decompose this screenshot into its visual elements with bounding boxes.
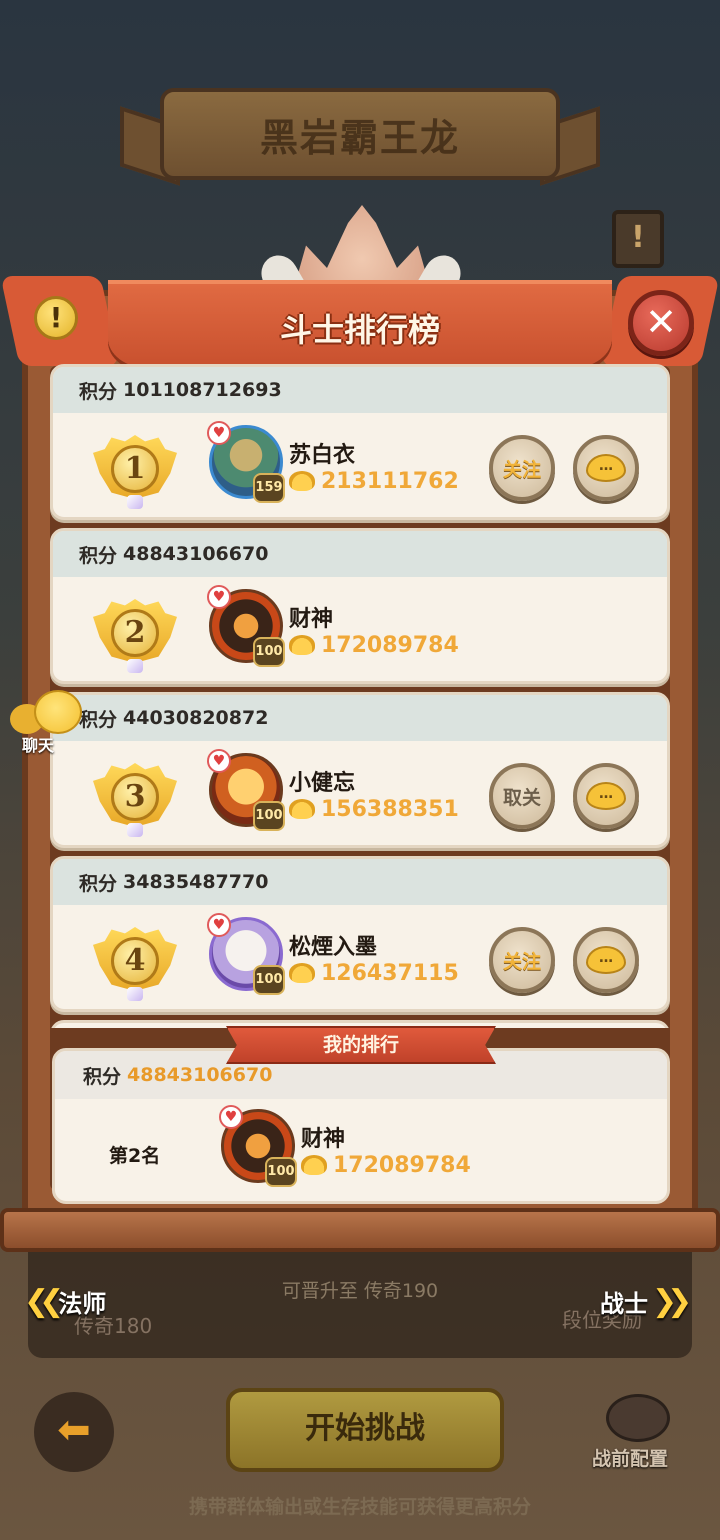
score-value: 34835487770 xyxy=(123,871,269,893)
card-head: 积分 101108712693 xyxy=(53,367,667,413)
info-button[interactable]: ! xyxy=(34,296,78,340)
chevron-right-icon: ❯❯ xyxy=(652,1284,692,1319)
my-rank-card: 积分 48843106670 第2名 ♥ 100 财神 172089784 xyxy=(52,1048,670,1204)
panel-bottom-beam xyxy=(0,1208,720,1252)
score-label: 积分 xyxy=(79,380,118,403)
boss-banner: 黑岩霸王龙 xyxy=(160,88,560,180)
close-button[interactable]: ✕ xyxy=(628,290,694,356)
chat-button[interactable]: … xyxy=(573,435,639,501)
card-head: 积分 34835487770 xyxy=(53,859,667,905)
chevron-left-icon: ❮❮ xyxy=(24,1284,64,1319)
leaderboard-title: 斗士排行榜 xyxy=(279,311,440,349)
score-value: 48843106670 xyxy=(127,1064,273,1086)
score-value: 44030820872 xyxy=(123,707,269,729)
rank-card-2: 积分 48843106670 2 ♥ 100 财神 172089784 xyxy=(50,528,670,684)
chat-bubble-icon: … xyxy=(586,782,626,810)
level-badge: 100 xyxy=(253,965,285,995)
next-class-label: 战士 xyxy=(600,1290,648,1318)
rank-number: 1 xyxy=(111,445,159,493)
gold-ingot-icon xyxy=(301,1155,327,1175)
heart-icon: ♥ xyxy=(207,913,231,937)
level-badge: 159 xyxy=(253,473,285,503)
rank-medal-icon: 3 xyxy=(93,751,177,839)
heart-icon: ♥ xyxy=(207,421,231,445)
prev-class-label: 法师 xyxy=(58,1290,107,1318)
gold-value: 213111762 xyxy=(321,469,459,494)
score-value: 101108712693 xyxy=(123,379,282,401)
player-name: 财神 xyxy=(289,607,334,632)
rank-medal-icon: 1 xyxy=(93,423,177,511)
rank-medal-icon: 4 xyxy=(93,915,177,1003)
heart-icon: ♥ xyxy=(207,585,231,609)
rank-card-3: 积分 44030820872 3 ♥ 100 小健忘 156388351 取关 … xyxy=(50,692,670,848)
gold-ingot-icon xyxy=(289,963,315,983)
rank-card-4: 积分 34835487770 4 ♥ 100 松煙入墨 126437115 关注… xyxy=(50,856,670,1012)
next-class-button[interactable]: 战士 ❯❯ xyxy=(600,1284,692,1319)
score-label: 积分 xyxy=(79,544,118,567)
unfollow-button[interactable]: 取关 xyxy=(489,763,555,829)
heart-icon: ♥ xyxy=(219,1105,243,1129)
gold-ingot-icon xyxy=(289,635,315,655)
gold-value: 172089784 xyxy=(321,633,459,658)
follow-button[interactable]: 关注 xyxy=(489,927,555,993)
gold-ingot-icon xyxy=(289,799,315,819)
score-label: 积分 xyxy=(83,1065,122,1088)
player-name: 松煙入墨 xyxy=(289,935,378,960)
follow-button[interactable]: 关注 xyxy=(489,435,555,501)
gold-value: 172089784 xyxy=(333,1153,471,1178)
rank-number: 4 xyxy=(111,937,159,985)
boss-title: 黑岩霸王龙 xyxy=(259,114,460,160)
chat-bubble-icon: … xyxy=(586,454,626,482)
level-badge: 100 xyxy=(253,801,285,831)
player-name: 小健忘 xyxy=(289,771,356,796)
chat-button[interactable]: … xyxy=(573,763,639,829)
gold-ingot-icon xyxy=(289,471,315,491)
heart-icon: ♥ xyxy=(207,749,231,773)
rank-number: 2 xyxy=(111,609,159,657)
pre-battle-config-label[interactable]: 战前配置 xyxy=(592,1444,668,1471)
level-badge: 100 xyxy=(253,637,285,667)
player-name: 苏白衣 xyxy=(289,443,356,468)
card-head: 积分 48843106670 xyxy=(53,531,667,577)
rank-card-1: 积分 101108712693 1 ♥ 159 苏白衣 213111762 关注… xyxy=(50,364,670,520)
level-badge: 100 xyxy=(265,1157,297,1187)
score-value: 48843106670 xyxy=(123,543,269,565)
score-label: 积分 xyxy=(79,872,118,895)
chat-float-button[interactable]: 聊天 xyxy=(8,690,84,755)
gold-value: 126437115 xyxy=(321,961,459,986)
rank-medal-icon: 2 xyxy=(93,587,177,675)
start-challenge-button[interactable]: 开始挑战 xyxy=(226,1388,504,1472)
gold-value: 156388351 xyxy=(321,797,459,822)
prev-class-button[interactable]: ❮❮ 法师 xyxy=(24,1284,106,1319)
chat-button[interactable]: … xyxy=(573,927,639,993)
score-label: 积分 xyxy=(79,708,118,731)
rank-list[interactable]: 积分 101108712693 1 ♥ 159 苏白衣 213111762 关注… xyxy=(50,364,670,1028)
card-head: 积分 44030820872 xyxy=(53,695,667,741)
back-button[interactable]: ⬅ xyxy=(34,1392,114,1472)
chat-bubble-icon: … xyxy=(586,946,626,974)
hint-text: 携带群体输出或生存技能可获得更高积分 xyxy=(188,1496,531,1518)
smiley-icon xyxy=(34,690,82,734)
arrow-left-icon: ⬅ xyxy=(57,1407,91,1453)
my-rank-text: 第2名 xyxy=(109,1145,161,1167)
my-ranking-ribbon: 我的排行 xyxy=(226,1026,496,1064)
monkey-config-icon[interactable] xyxy=(606,1394,670,1442)
player-name: 财神 xyxy=(301,1127,346,1152)
rank-number: 3 xyxy=(111,773,159,821)
scroll-icon: ! xyxy=(612,210,664,268)
chat-label: 聊天 xyxy=(22,736,55,755)
